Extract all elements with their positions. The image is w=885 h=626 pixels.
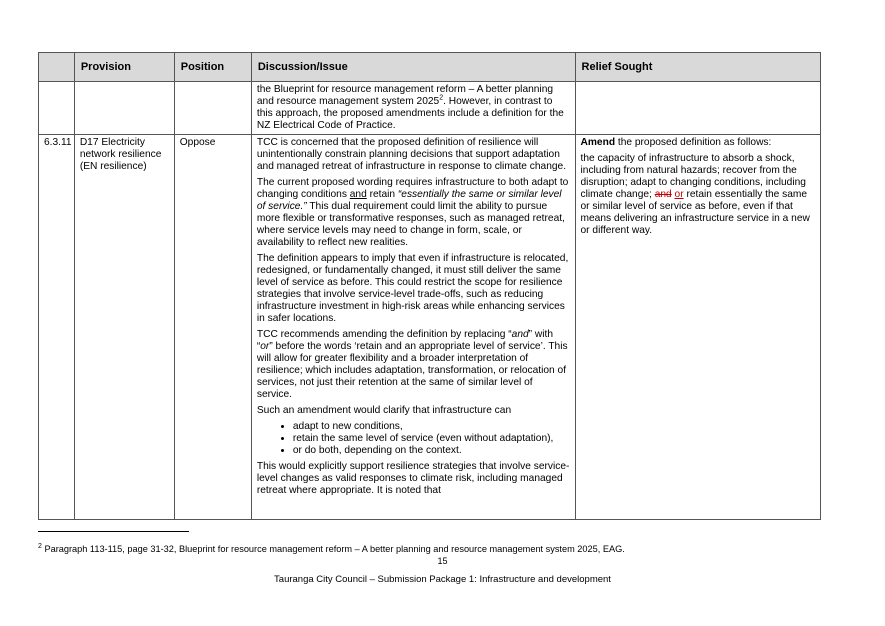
row-provision: D17 Electricity network resilience (EN r… — [73, 134, 175, 520]
relief-lead: Amend the proposed definition as follows… — [580, 137, 772, 148]
submission-table: Provision Position Discussion/Issue Reli… — [38, 52, 822, 520]
discussion-para-3: The definition appears to imply that eve… — [256, 253, 569, 324]
header-provision: Provision — [73, 52, 175, 82]
table-row: 6.3.11 D17 Electricity network resilienc… — [38, 134, 822, 520]
row-position: Oppose — [173, 134, 252, 520]
row-ref: 6.3.11 — [38, 134, 75, 520]
cont-provision-cell — [73, 81, 175, 135]
footnote-divider — [38, 531, 189, 532]
bullet-list: adapt to new conditions, retain the same… — [257, 421, 570, 457]
deleted-text: and — [654, 189, 672, 200]
list-item: adapt to new conditions, — [293, 421, 570, 433]
row-discussion: TCC is concerned that the proposed defin… — [250, 134, 576, 520]
header-position: Position — [173, 52, 252, 82]
discussion-para-5: Such an amendment would clarify that inf… — [256, 405, 512, 416]
discussion-para-6: This would explicitly support resilience… — [256, 461, 570, 496]
page-number: 15 — [437, 556, 448, 566]
footnote: 2 Paragraph 113-115, page 31-32, Bluepri… — [38, 543, 625, 554]
inserted-text: or — [674, 189, 684, 200]
discussion-para-2: The current proposed wording requires in… — [256, 177, 569, 248]
discussion-para-4: TCC recommends amending the definition b… — [256, 329, 568, 400]
cont-discussion-cell: the Blueprint for resource management re… — [250, 81, 576, 135]
cont-relief-cell — [574, 81, 822, 135]
header-row: Provision Position Discussion/Issue Reli… — [38, 52, 822, 82]
footnote-text: Paragraph 113-115, page 31-32, Blueprint… — [41, 544, 625, 554]
relief-definition: the capacity of infrastructure to absorb… — [580, 153, 810, 236]
page-footer: Tauranga City Council – Submission Packa… — [274, 574, 611, 585]
cont-position-cell — [173, 81, 252, 135]
header-discussion: Discussion/Issue — [250, 52, 576, 82]
list-item: retain the same level of service (even w… — [293, 433, 570, 445]
header-ref — [38, 52, 75, 82]
list-item: or do both, depending on the context. — [293, 445, 570, 457]
header-relief: Relief Sought — [574, 52, 822, 82]
discussion-para-1: TCC is concerned that the proposed defin… — [256, 137, 567, 172]
cont-ref-cell — [38, 81, 75, 135]
row-relief: Amend the proposed definition as follows… — [574, 134, 822, 520]
continuation-row: the Blueprint for resource management re… — [38, 81, 822, 135]
